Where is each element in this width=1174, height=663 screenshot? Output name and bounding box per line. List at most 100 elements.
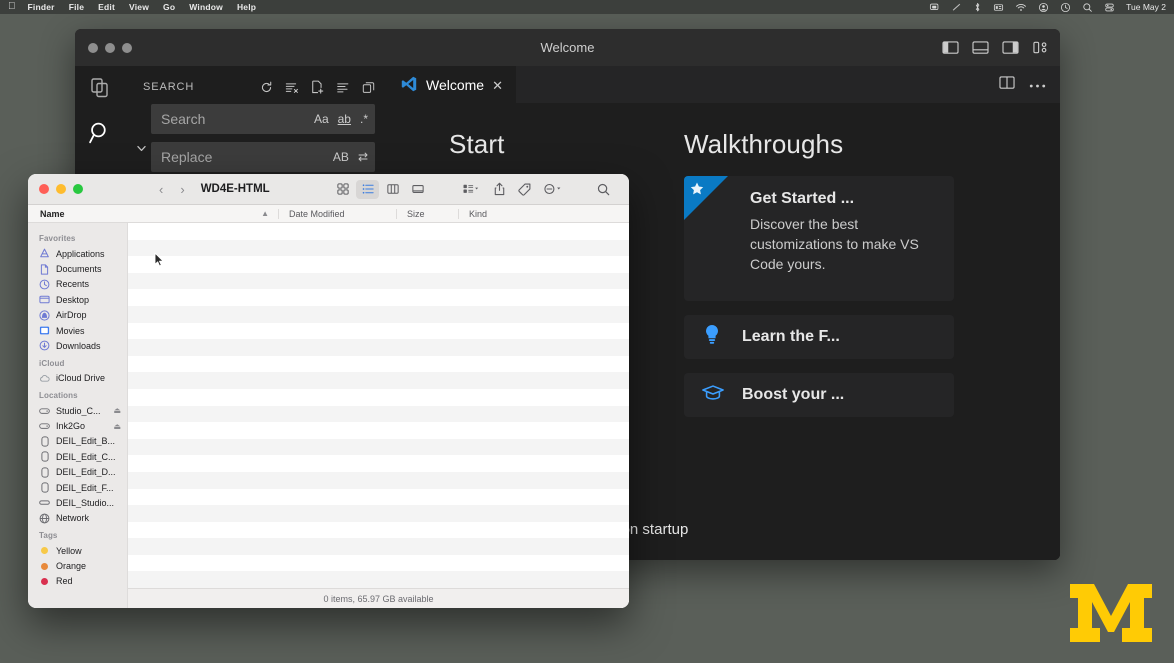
sidebar-item-movies[interactable]: Movies [28,323,127,338]
search-panel-actions [260,80,375,94]
finder-minimize-button[interactable] [56,184,66,194]
chevron-left-icon[interactable]: ‹ [159,182,163,197]
toggle-primary-sidebar-icon[interactable] [942,40,959,55]
time-machine-icon[interactable] [1060,2,1071,13]
sidebar-item-desktop[interactable]: Desktop [28,292,127,307]
search-icon[interactable] [591,180,616,199]
sidebar-item-icloud-drive[interactable]: iCloud Drive [28,371,127,386]
replace-input[interactable]: Replace AB ⇄ [151,142,375,172]
menu-item-window[interactable]: Window [189,2,223,12]
search-input[interactable]: Search Aa ab .* [151,104,375,134]
finder-maximize-button[interactable] [73,184,83,194]
sidebar-item-deil-edit-b[interactable]: DEIL_Edit_B... [28,434,127,449]
replace-all-icon[interactable]: ⇄ [358,151,368,163]
sidebar-item-tag-red[interactable]: Red [28,574,127,589]
sidebar-item-deil-edit-f[interactable]: DEIL_Edit_F... [28,480,127,495]
more-actions-icon[interactable] [1029,76,1046,94]
user-account-icon[interactable] [1038,2,1049,13]
vscode-minimize-button[interactable] [105,43,115,53]
collapse-all-icon[interactable] [362,81,375,94]
display-icon[interactable] [993,2,1004,13]
refresh-icon[interactable] [260,81,273,94]
apple-logo-icon[interactable]:  [8,2,16,12]
sidebar-item-label: Studio_C... [56,406,101,416]
vscode-window-controls[interactable] [75,43,132,53]
search-icon[interactable] [88,120,112,144]
tab-welcome[interactable]: Welcome ✕ [387,66,516,103]
sidebar-item-ink2go[interactable]: Ink2Go ⏏ [28,418,127,433]
search-options: Aa ab .* [314,113,368,125]
tag-icon[interactable] [512,180,537,199]
column-header-size[interactable]: Size [396,209,458,219]
sidebar-item-label: DEIL_Edit_F... [56,483,114,493]
sidebar-item-airdrop[interactable]: AirDrop [28,308,127,323]
walkthrough-card-get-started[interactable]: Get Started ... Discover the best custom… [684,176,954,301]
finder-path-title: WD4E-HTML [201,183,270,195]
menu-item-file[interactable]: File [69,2,84,12]
spotlight-search-icon[interactable] [1082,2,1093,13]
tag-dot-icon [39,561,50,572]
toggle-replace-chevron[interactable] [131,104,151,155]
vscode-maximize-button[interactable] [122,43,132,53]
search-input-placeholder: Search [161,111,314,127]
sidebar-item-network[interactable]: Network [28,511,127,526]
customize-layout-icon[interactable] [1032,40,1049,55]
sidebar-item-deil-edit-c[interactable]: DEIL_Edit_C... [28,449,127,464]
sidebar-item-downloads[interactable]: Downloads [28,338,127,353]
bluetooth-icon[interactable] [973,2,982,13]
finder-window-controls[interactable] [28,184,95,194]
sidebar-item-deil-studio[interactable]: DEIL_Studio... [28,495,127,510]
preserve-case-icon[interactable]: AB [333,151,349,163]
vscode-close-button[interactable] [88,43,98,53]
sidebar-item-recents[interactable]: Recents [28,277,127,292]
gallery-view-icon[interactable] [406,180,429,199]
sidebar-item-studio-c[interactable]: Studio_C... ⏏ [28,403,127,418]
sidebar-item-tag-orange[interactable]: Orange [28,558,127,573]
view-as-tree-icon[interactable] [336,81,350,94]
menu-item-finder[interactable]: Finder [28,2,55,12]
sidebar-item-documents[interactable]: Documents [28,261,127,276]
menu-item-help[interactable]: Help [237,2,256,12]
open-new-search-editor-icon[interactable] [311,80,324,94]
menu-item-view[interactable]: View [129,2,149,12]
column-header-name[interactable]: Name ▲ [30,209,278,219]
sidebar-item-tag-yellow[interactable]: Yellow [28,543,127,558]
action-menu-icon[interactable] [537,180,569,199]
list-view-icon[interactable] [356,180,379,199]
toggle-panel-icon[interactable] [972,40,989,55]
group-by-icon[interactable] [455,180,487,199]
screen-mirroring-icon[interactable] [929,2,940,13]
wifi-icon[interactable] [1015,2,1027,13]
match-whole-word-icon[interactable]: ab [338,113,351,125]
clear-search-results-icon[interactable] [285,81,299,94]
match-case-icon[interactable]: Aa [314,113,329,125]
walkthrough-card-learn-fundamentals[interactable]: Learn the F... [684,315,954,359]
finder-toolbar-right [331,180,629,199]
use-regex-icon[interactable]: .* [360,113,368,125]
icon-view-icon[interactable] [331,180,354,199]
explorer-icon[interactable] [88,76,112,100]
menu-item-edit[interactable]: Edit [98,2,115,12]
vscode-layout-controls [942,40,1049,55]
finder-close-button[interactable] [39,184,49,194]
split-editor-icon[interactable] [999,75,1015,95]
sidebar-item-deil-edit-d[interactable]: DEIL_Edit_D... [28,465,127,480]
menubar-clock[interactable]: Tue May 2 [1126,2,1166,12]
toggle-secondary-sidebar-icon[interactable] [1002,40,1019,55]
tag-dot-icon [39,545,50,556]
do-not-disturb-icon[interactable] [951,2,962,13]
chevron-right-icon[interactable]: › [180,182,184,197]
walkthrough-card-boost-productivity[interactable]: Boost your ... [684,373,954,417]
sidebar-item-applications[interactable]: Applications [28,246,127,261]
control-center-icon[interactable] [1104,2,1115,13]
close-icon[interactable]: ✕ [492,79,503,92]
column-header-date-modified[interactable]: Date Modified [278,209,396,219]
applications-icon [39,248,50,259]
column-header-kind[interactable]: Kind [458,209,629,219]
share-icon[interactable] [487,180,512,199]
column-view-icon[interactable] [381,180,404,199]
eject-icon[interactable]: ⏏ [113,406,121,415]
menu-item-go[interactable]: Go [163,2,175,12]
eject-icon[interactable]: ⏏ [113,422,121,431]
finder-file-list[interactable]: 0 items, 65.97 GB available [128,223,629,608]
